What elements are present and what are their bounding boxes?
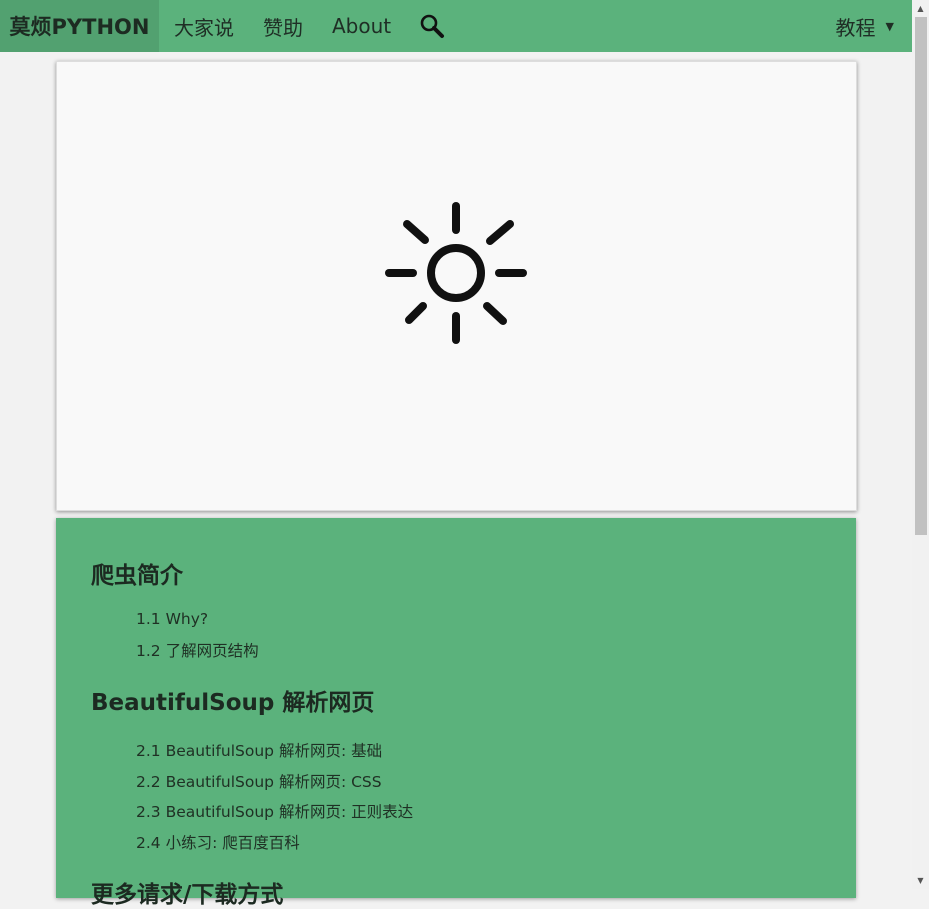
top-navbar: 莫烦PYTHON 大家说 赞助 About 教程 ▼ [0, 0, 912, 52]
tutorial-table-of-contents: 爬虫简介 1.1 Why? 1.2 了解网页结构 BeautifulSoup 解… [56, 518, 856, 908]
toc-link-2-3[interactable]: 2.3 BeautifulSoup 解析网页: 正则表达 [136, 800, 413, 822]
chevron-down-icon: ▼ [885, 19, 894, 33]
tutorial-dropdown[interactable]: 教程 ▼ [836, 12, 894, 41]
toc-link-2-4[interactable]: 2.4 小练习: 爬百度百科 [136, 831, 300, 853]
sun-icon [385, 202, 527, 344]
section-title-more-requests: 更多请求/下载方式 [91, 882, 284, 908]
search-icon[interactable] [419, 13, 445, 39]
toc-link-2-2[interactable]: 2.2 BeautifulSoup 解析网页: CSS [136, 770, 382, 792]
brand-logo[interactable]: 莫烦PYTHON [0, 0, 159, 52]
vertical-scrollbar[interactable]: ▲ ▼ [912, 0, 929, 889]
scroll-thumb[interactable] [915, 17, 927, 535]
scroll-down-arrow-icon[interactable]: ▼ [912, 872, 929, 889]
nav-item-dajiashuo[interactable]: 大家说 [174, 12, 234, 41]
toc-link-2-1[interactable]: 2.1 BeautifulSoup 解析网页: 基础 [136, 739, 382, 761]
section-title-beautifulsoup: BeautifulSoup 解析网页 [91, 690, 375, 716]
nav-item-zanzhu[interactable]: 赞助 [263, 12, 303, 41]
section-title-crawler-intro: 爬虫简介 [91, 563, 183, 589]
tutorial-label: 教程 [835, 15, 876, 40]
scroll-up-arrow-icon[interactable]: ▲ [912, 0, 929, 17]
hero-banner [56, 61, 857, 511]
nav-item-about[interactable]: About [332, 14, 391, 38]
toc-link-1-1[interactable]: 1.1 Why? [136, 610, 208, 628]
toc-link-1-2[interactable]: 1.2 了解网页结构 [136, 639, 259, 661]
